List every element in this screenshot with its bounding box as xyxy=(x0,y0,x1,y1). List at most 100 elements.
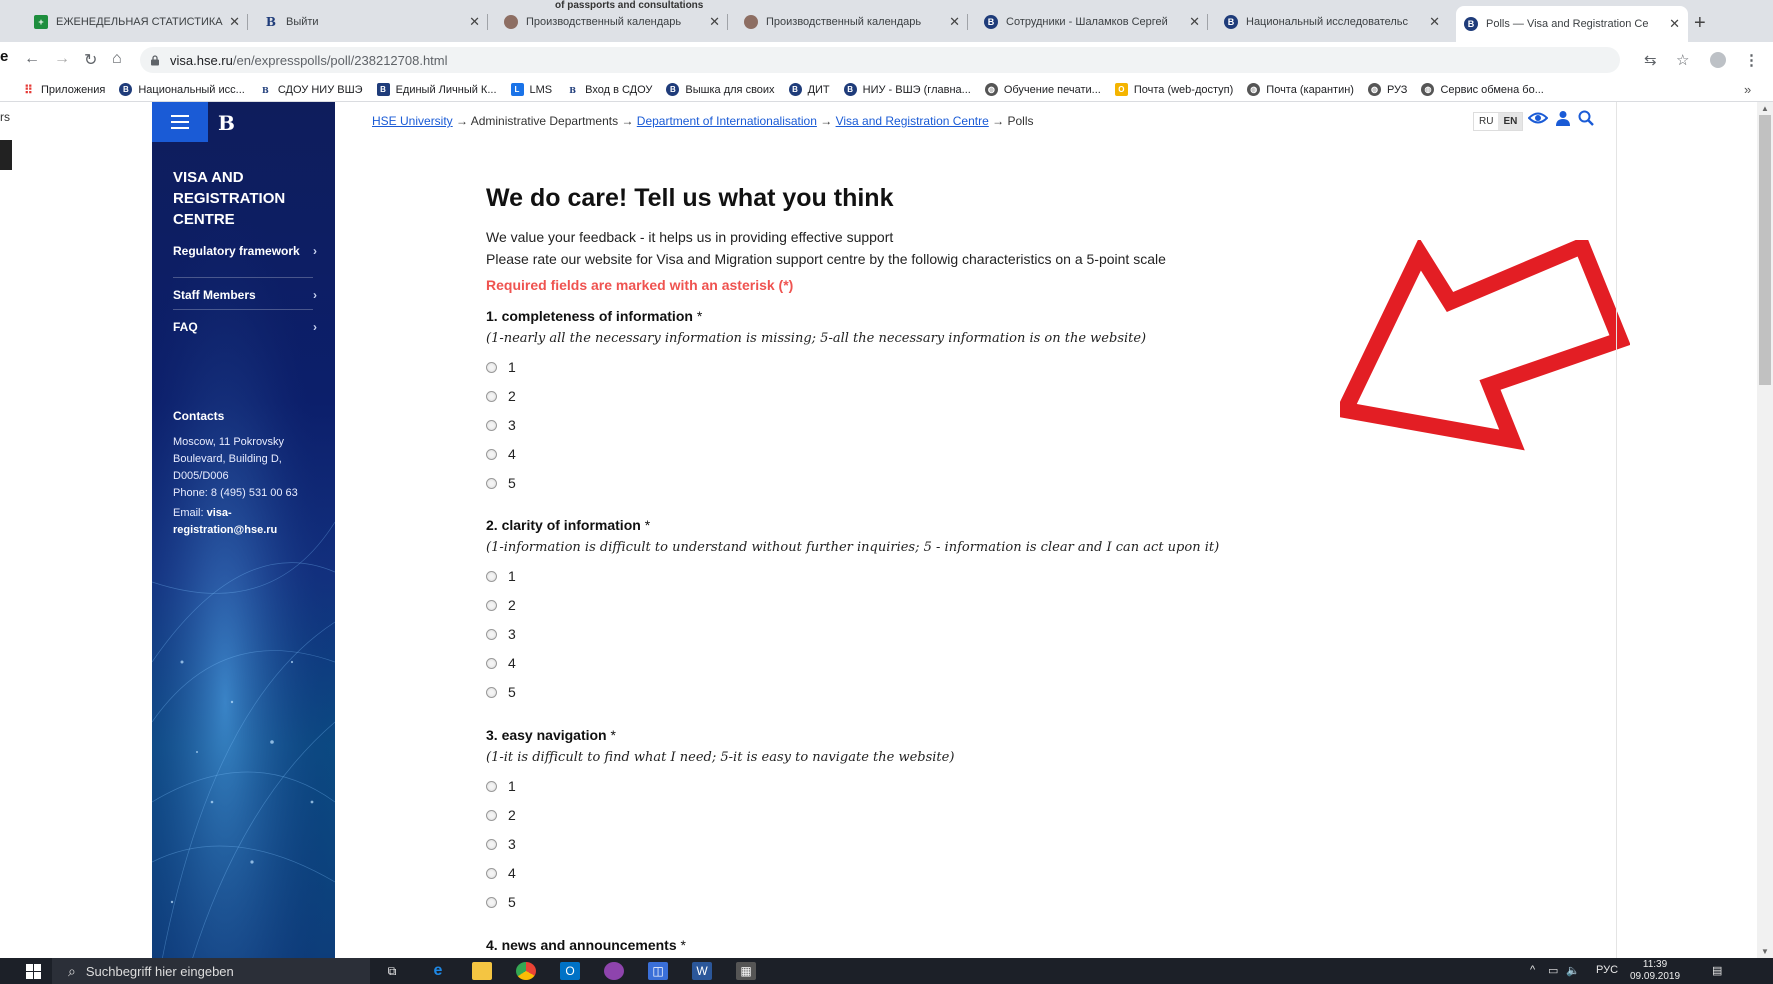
radio-option[interactable]: 3 xyxy=(486,417,516,433)
radio-option[interactable]: 2 xyxy=(486,597,516,613)
new-tab-button[interactable]: + xyxy=(1694,12,1706,35)
forward-icon[interactable]: → xyxy=(54,50,70,68)
radio-button[interactable] xyxy=(486,361,497,373)
calculator-icon[interactable]: ▦ xyxy=(736,962,756,980)
close-icon[interactable]: ✕ xyxy=(1669,16,1680,32)
radio-option[interactable]: 5 xyxy=(486,894,516,910)
close-icon[interactable]: ✕ xyxy=(229,14,240,30)
bookmark-item[interactable]: ◍ Почта (карантин) xyxy=(1247,83,1354,96)
close-icon[interactable]: ✕ xyxy=(1429,14,1440,30)
star-icon[interactable]: ☆ xyxy=(1676,51,1689,69)
bookmark-item[interactable]: B Национальный исс... xyxy=(119,83,245,96)
translate-icon[interactable]: ⇆ xyxy=(1644,51,1657,69)
radio-button[interactable] xyxy=(486,628,497,640)
app-icon[interactable]: ◫ xyxy=(648,962,668,980)
radio-option[interactable]: 2 xyxy=(486,388,516,404)
bookmark-item[interactable]: ◍ Обучение печати... xyxy=(984,83,1101,96)
profile-icon[interactable] xyxy=(1710,52,1726,68)
edge-icon[interactable]: e xyxy=(428,962,448,980)
menu-icon[interactable]: ⋮ xyxy=(1744,51,1759,69)
breadcrumb-link[interactable]: HSE University xyxy=(372,114,453,128)
tray-up-arrow-icon[interactable]: ^ xyxy=(1530,964,1535,976)
hse-logo[interactable]: B xyxy=(218,111,235,142)
radio-button[interactable] xyxy=(486,419,497,431)
bookmark-item[interactable]: B Вход в СДОУ xyxy=(566,83,652,96)
scroll-down-arrow-icon[interactable]: ▼ xyxy=(1761,947,1769,956)
tab-logout[interactable]: B Выйти ✕ xyxy=(256,8,488,36)
bookmark-item[interactable]: ◍ РУЗ xyxy=(1367,83,1407,96)
radio-option[interactable]: 5 xyxy=(486,684,516,700)
radio-option[interactable]: 5 xyxy=(486,475,516,491)
radio-button[interactable] xyxy=(486,570,497,582)
breadcrumb-link[interactable]: Department of Internationalisation xyxy=(637,114,817,128)
lang-en-button[interactable]: EN xyxy=(1498,113,1523,130)
task-view-icon[interactable]: ⧉ xyxy=(382,962,402,980)
file-explorer-icon[interactable] xyxy=(472,962,492,980)
radio-option[interactable]: 2 xyxy=(486,807,516,823)
bookmark-item[interactable]: B Единый Личный К... xyxy=(376,83,497,96)
radio-button[interactable] xyxy=(486,390,497,402)
tab-production-calendar-1[interactable]: Производственный календарь ✕ xyxy=(496,8,728,36)
radio-button[interactable] xyxy=(486,809,497,821)
bookmark-item[interactable]: B ДИТ xyxy=(788,83,830,96)
bookmark-item[interactable]: B Вышка для своих xyxy=(666,83,775,96)
word-icon[interactable]: W xyxy=(692,962,712,980)
radio-button[interactable] xyxy=(486,599,497,611)
radio-option[interactable]: 3 xyxy=(486,626,516,642)
back-icon[interactable]: ← xyxy=(24,50,40,68)
volume-icon[interactable]: 🔈 xyxy=(1566,964,1580,977)
lang-ru-button[interactable]: RU xyxy=(1474,113,1498,130)
network-icon[interactable]: ▭ xyxy=(1548,964,1558,977)
clock[interactable]: 11:39 09.09.2019 xyxy=(1630,959,1680,983)
radio-button[interactable] xyxy=(486,867,497,879)
sidebar-item-regulatory-framework[interactable]: Regulatory framework › xyxy=(173,244,317,258)
home-icon[interactable]: ⌂ xyxy=(112,50,122,68)
chrome-icon[interactable] xyxy=(516,962,536,980)
reload-icon[interactable]: ↻ xyxy=(84,50,97,70)
radio-option[interactable]: 4 xyxy=(486,865,516,881)
outlook-icon[interactable]: O xyxy=(560,962,580,980)
bookmark-apps[interactable]: ⠿ Приложения xyxy=(22,83,105,97)
radio-option[interactable]: 4 xyxy=(486,446,516,462)
bookmark-item[interactable]: L LMS xyxy=(510,83,552,96)
radio-button[interactable] xyxy=(486,448,497,460)
radio-button[interactable] xyxy=(486,477,497,489)
user-icon[interactable] xyxy=(1556,110,1570,126)
bookmarks-overflow[interactable]: » xyxy=(1744,82,1751,97)
keyboard-language[interactable]: РУС xyxy=(1596,964,1618,976)
tab-polls-active[interactable]: B Polls — Visa and Registration Ce ✕ xyxy=(1456,6,1688,42)
bookmark-item[interactable]: O Почта (web-доступ) xyxy=(1114,83,1233,96)
bookmark-item[interactable]: B СДОУ НИУ ВШЭ xyxy=(259,83,363,96)
sidebar-item-staff-members[interactable]: Staff Members › xyxy=(173,288,317,302)
tab-weekly-stats[interactable]: + ЕЖЕНЕДЕЛЬНАЯ СТАТИСТИКА ✕ xyxy=(26,8,248,36)
radio-option[interactable]: 1 xyxy=(486,568,516,584)
radio-button[interactable] xyxy=(486,657,497,669)
radio-button[interactable] xyxy=(486,780,497,792)
breadcrumb-link[interactable]: Visa and Registration Centre xyxy=(836,114,989,128)
scroll-up-arrow-icon[interactable]: ▲ xyxy=(1761,104,1769,113)
sidebar-section-title[interactable]: VISA AND REGISTRATION CENTRE xyxy=(173,167,323,230)
radio-option[interactable]: 1 xyxy=(486,778,516,794)
tab-national-research[interactable]: B Национальный исследовательс ✕ xyxy=(1216,8,1448,36)
radio-option[interactable]: 1 xyxy=(486,359,516,375)
radio-button[interactable] xyxy=(486,686,497,698)
radio-option[interactable]: 4 xyxy=(486,655,516,671)
scrollbar-thumb[interactable] xyxy=(1759,115,1771,385)
tab-production-calendar-2[interactable]: Производственный календарь ✕ xyxy=(736,8,968,36)
radio-option[interactable]: 3 xyxy=(486,836,516,852)
radio-button[interactable] xyxy=(486,896,497,908)
notifications-icon[interactable]: ▤ xyxy=(1712,964,1722,977)
close-icon[interactable]: ✕ xyxy=(709,14,720,30)
bookmark-item[interactable]: B НИУ - ВШЭ (главна... xyxy=(843,83,971,96)
tab-employees[interactable]: B Сотрудники - Шаламков Сергей ✕ xyxy=(976,8,1208,36)
close-icon[interactable]: ✕ xyxy=(949,14,960,30)
sidebar-item-faq[interactable]: FAQ › xyxy=(173,320,317,334)
eye-icon[interactable] xyxy=(1528,110,1548,126)
address-bar[interactable]: visa.hse.ru/en/expresspolls/poll/2382127… xyxy=(140,47,1620,73)
hamburger-menu-button[interactable] xyxy=(152,102,208,142)
close-icon[interactable]: ✕ xyxy=(1189,14,1200,30)
search-icon[interactable] xyxy=(1578,110,1594,126)
windows-start-button[interactable] xyxy=(14,958,52,984)
close-icon[interactable]: ✕ xyxy=(469,14,480,30)
taskbar-search[interactable]: ⌕ Suchbegriff hier eingeben xyxy=(52,958,370,984)
